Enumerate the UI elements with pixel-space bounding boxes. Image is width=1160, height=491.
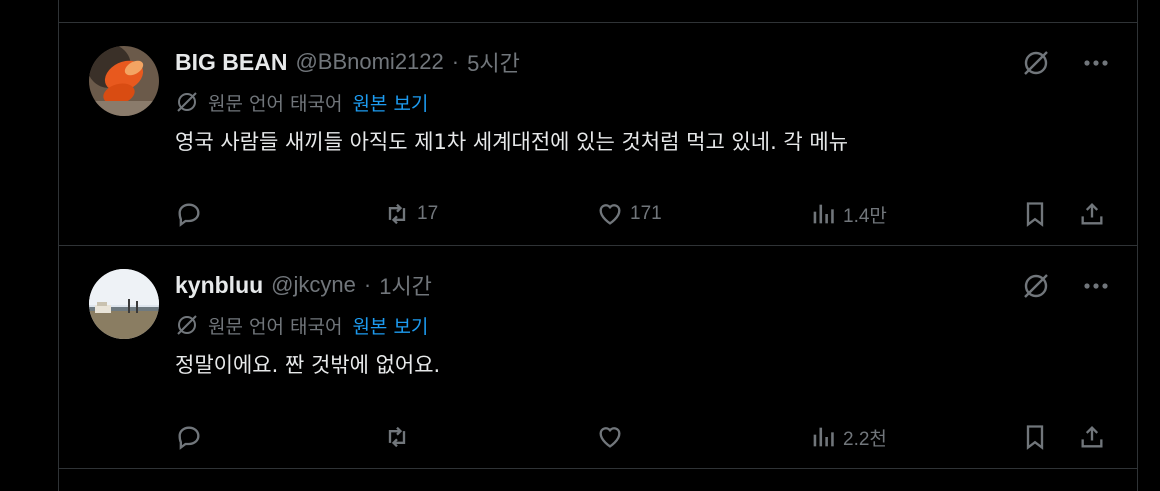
separator: · [363,272,372,297]
post-2[interactable]: kynbluu @jkcyne · 1시간 원문 언어 태국어 원본 보기 정말… [59,269,1137,468]
more-dots-icon[interactable] [1083,59,1109,67]
bookmark-button[interactable] [1021,196,1049,232]
divider [59,468,1137,469]
repost-count: 17 [417,203,439,224]
divider [59,22,1137,23]
views-button[interactable]: 1.4만 [809,196,887,232]
globe-slash-icon[interactable] [1021,271,1051,301]
bookmark-icon [1026,202,1044,227]
repost-arrows-icon [388,426,406,448]
translation-note: 원문 언어 태국어 [208,315,343,338]
post-text: 정말이에요. 짠 것밖에 없어요. [175,353,441,377]
more-dots-icon[interactable] [1083,282,1109,290]
globe-slash-icon [177,92,197,112]
heart-icon [599,427,621,448]
timestamp[interactable]: 5시간 [467,46,520,78]
view-count: 2.2천 [843,428,887,450]
show-original-link[interactable]: 원본 보기 [352,312,428,339]
bookmark-icon [1026,425,1044,450]
share-upload-icon [1081,203,1103,225]
bookmark-button[interactable] [1021,419,1049,455]
timeline-column: BIG BEAN @BBnomi2122 · 5시간 원문 언어 태국어 원본 … [58,0,1138,491]
bar-chart-icon [813,204,834,224]
repost-arrows-icon [388,203,406,225]
like-count: 171 [630,203,662,224]
globe-slash-icon [177,315,197,335]
like-button[interactable] [596,419,630,455]
display-name[interactable]: kynbluu [175,272,263,299]
post-1[interactable]: BIG BEAN @BBnomi2122 · 5시간 원문 언어 태국어 원본 … [59,46,1137,245]
reply-bubble-icon [178,426,200,450]
divider [59,245,1137,246]
avatar[interactable] [89,269,159,339]
repost-button[interactable]: 17 [383,196,438,232]
post-text: 영국 사람들 새끼들 아직도 제1차 세계대전에 있는 것처럼 먹고 있네. 각… [175,130,849,154]
handle[interactable]: @jkcyne [271,272,356,298]
view-count: 1.4만 [843,205,887,227]
share-button[interactable] [1078,196,1106,232]
reply-button[interactable] [175,419,209,455]
bar-chart-icon [813,427,834,447]
reply-bubble-icon [178,203,200,227]
timestamp[interactable]: 1시간 [379,269,432,301]
avatar[interactable] [89,46,159,116]
handle[interactable]: @BBnomi2122 [295,49,443,75]
translation-note: 원문 언어 태국어 [208,92,343,115]
views-button[interactable]: 2.2천 [809,419,887,455]
separator: · [451,49,460,74]
heart-icon [599,204,621,225]
like-button[interactable]: 171 [596,196,662,232]
reply-button[interactable] [175,196,209,232]
show-original-link[interactable]: 원본 보기 [352,89,428,116]
share-upload-icon [1081,426,1103,448]
globe-slash-icon[interactable] [1021,48,1051,78]
share-button[interactable] [1078,419,1106,455]
display-name[interactable]: BIG BEAN [175,49,287,76]
repost-button[interactable] [383,419,417,455]
